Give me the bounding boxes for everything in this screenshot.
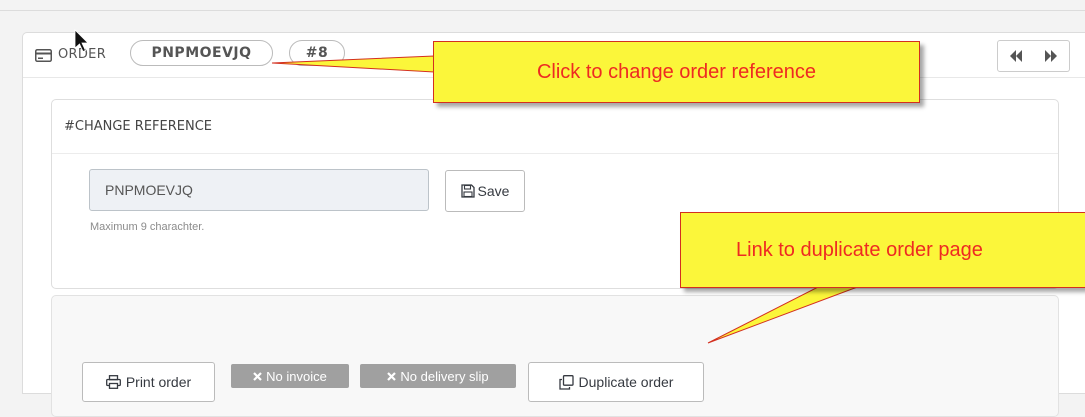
no-delivery-slip-badge: No delivery slip [360, 364, 516, 388]
duplicate-order-label: Duplicate order [578, 374, 674, 390]
callout-change-reference: Click to change order reference [433, 41, 920, 103]
save-label: Save [477, 183, 510, 199]
floppy-disk-icon [460, 184, 475, 198]
no-invoice-badge: No invoice [231, 364, 349, 388]
callout-duplicate-order-text: Link to duplicate order page [736, 238, 983, 261]
previous-order-button[interactable] [997, 40, 1035, 72]
panel-divider [52, 153, 1058, 154]
top-divider [0, 10, 1085, 11]
copy-icon [558, 374, 574, 390]
callout-change-reference-text: Click to change order reference [536, 60, 817, 83]
next-order-button[interactable] [1033, 40, 1070, 72]
callout-duplicate-order: Link to duplicate order page [680, 212, 1085, 288]
forward-icon [1045, 50, 1057, 62]
no-invoice-label: No invoice [266, 368, 327, 384]
save-button[interactable]: Save [445, 170, 525, 212]
order-reference-pill[interactable]: PNPMOEVJQ [130, 40, 273, 66]
change-reference-title: #CHANGE REFERENCE [64, 119, 212, 134]
reference-hint: Maximum 9 charachter. [90, 221, 205, 233]
backward-icon [1010, 50, 1022, 62]
credit-card-icon [35, 49, 52, 62]
no-delivery-slip-label: No delivery slip [400, 368, 489, 384]
print-icon [105, 375, 121, 389]
order-actions-panel: Print order No invoice No delivery slip … [51, 295, 1059, 417]
times-icon [253, 371, 262, 381]
print-order-label: Print order [125, 374, 192, 390]
order-number-pill: #8 [289, 40, 345, 66]
reference-input[interactable]: PNPMOEVJQ [89, 169, 429, 211]
times-icon [387, 371, 397, 381]
order-title: ORDER [58, 47, 107, 62]
duplicate-order-button[interactable]: Duplicate order [528, 362, 704, 402]
print-order-button[interactable]: Print order [82, 362, 215, 402]
